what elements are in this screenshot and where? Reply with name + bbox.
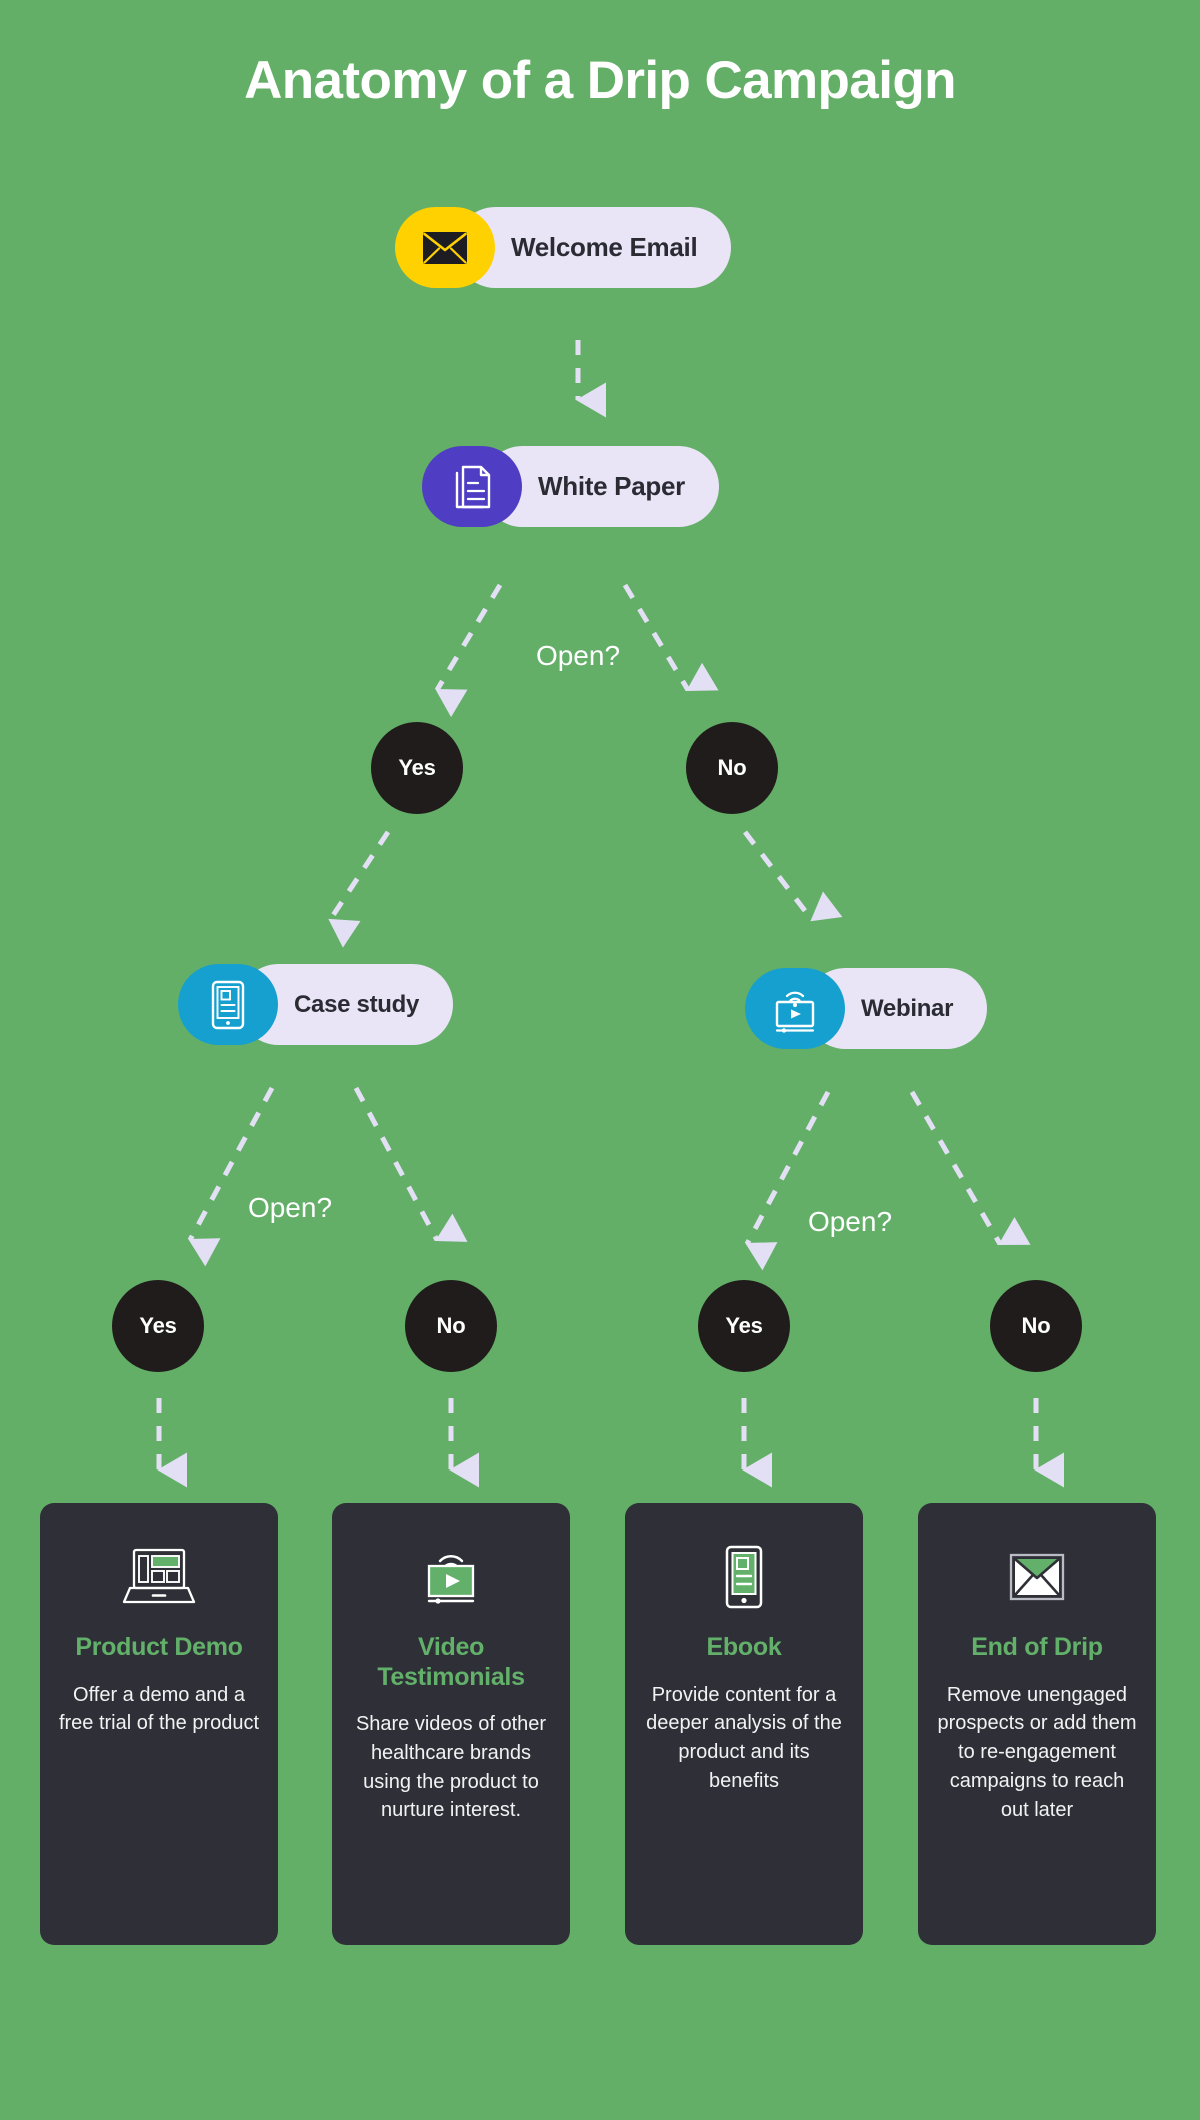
outcome-card-video-testimonials[interactable]: Video Testimonials Share videos of other… bbox=[332, 1503, 570, 1945]
outcome-card-end-of-drip[interactable]: End of Drip Remove unengaged prospects o… bbox=[918, 1503, 1156, 1945]
product-demo-title: Product Demo bbox=[75, 1633, 243, 1661]
connector-yes-to-casestudy bbox=[327, 830, 391, 948]
decision-yes-3[interactable]: Yes bbox=[698, 1280, 790, 1372]
welcome-email-body: Welcome Email bbox=[455, 207, 732, 288]
white-paper-label: White Paper bbox=[538, 471, 685, 501]
ebook-icon-wrap bbox=[643, 1543, 845, 1611]
connector-whitepaper-to-yes bbox=[434, 583, 503, 718]
node-webinar[interactable]: Webinar bbox=[745, 968, 988, 1049]
webinar-icon-badge bbox=[745, 968, 845, 1049]
tablet-reader-icon bbox=[211, 980, 245, 1029]
outcome-card-ebook[interactable]: Ebook Provide content for a deeper analy… bbox=[625, 1503, 863, 1945]
document-stack-icon bbox=[455, 465, 491, 508]
case-study-label: Case study bbox=[294, 990, 420, 1018]
video-testimonials-icon-wrap bbox=[350, 1543, 552, 1611]
decision-no-1-label: No bbox=[717, 755, 747, 780]
decision-no-3[interactable]: No bbox=[990, 1280, 1082, 1372]
welcome-email-label: Welcome Email bbox=[511, 232, 698, 262]
product-demo-icon-wrap bbox=[58, 1543, 260, 1611]
webinar-label: Webinar bbox=[861, 994, 954, 1022]
laptop-icon bbox=[122, 1548, 196, 1604]
question-label-3: Open? bbox=[807, 1206, 893, 1237]
page-title: Anatomy of a Drip Campaign bbox=[244, 51, 956, 110]
end-of-drip-title: End of Drip bbox=[971, 1633, 1103, 1661]
product-demo-description: Offer a demo and a free trial of the pro… bbox=[58, 1683, 260, 1735]
infographic-canvas: Anatomy of a Drip Campaign Welcome Email… bbox=[0, 0, 1200, 2120]
video-play-icon bbox=[427, 1554, 475, 1604]
white-paper-icon-badge bbox=[422, 446, 522, 527]
decision-no-2[interactable]: No bbox=[405, 1280, 497, 1372]
tablet-book-icon bbox=[725, 1545, 763, 1609]
decision-yes-2[interactable]: Yes bbox=[112, 1280, 204, 1372]
node-case-study[interactable]: Case study bbox=[178, 964, 454, 1045]
end-of-drip-description: Remove unengaged prospects or add them t… bbox=[937, 1683, 1137, 1821]
ebook-title: Ebook bbox=[706, 1633, 782, 1661]
ebook-description: Provide content for a deeper analysis of… bbox=[646, 1683, 842, 1792]
decision-yes-2-label: Yes bbox=[139, 1313, 177, 1338]
decision-yes-3-label: Yes bbox=[725, 1313, 763, 1338]
node-welcome-email[interactable]: Welcome Email bbox=[395, 207, 732, 288]
welcome-email-icon-badge bbox=[395, 207, 495, 288]
decision-yes-1-label: Yes bbox=[398, 755, 436, 780]
connector-no-to-webinar bbox=[743, 830, 843, 922]
decision-yes-1[interactable]: Yes bbox=[371, 722, 463, 814]
question-label-2: Open? bbox=[247, 1192, 333, 1223]
connector-whitepaper-to-no bbox=[622, 583, 719, 692]
decision-no-1[interactable]: No bbox=[686, 722, 778, 814]
video-testimonials-title: Video Testimonials bbox=[377, 1633, 525, 1691]
webinar-screen-icon bbox=[775, 991, 815, 1033]
question-label-1: Open? bbox=[535, 640, 621, 671]
decision-no-3-label: No bbox=[1021, 1313, 1051, 1338]
end-of-drip-icon-wrap bbox=[936, 1543, 1138, 1611]
outcome-card-product-demo[interactable]: Product Demo Offer a demo and a free tri… bbox=[40, 1503, 278, 1945]
decision-no-2-label: No bbox=[436, 1313, 466, 1338]
video-testimonials-description: Share videos of other healthcare brands … bbox=[355, 1713, 547, 1822]
envelope-icon bbox=[423, 231, 467, 264]
node-white-paper[interactable]: White Paper bbox=[422, 446, 719, 527]
envelope-open-icon bbox=[1009, 1553, 1065, 1601]
case-study-icon-badge bbox=[178, 964, 278, 1045]
